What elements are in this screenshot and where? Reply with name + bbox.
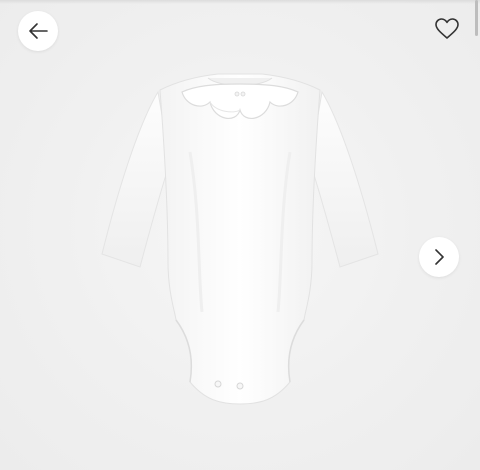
product-image-gallery bbox=[0, 0, 480, 470]
top-divider bbox=[0, 0, 480, 4]
product-photo bbox=[101, 73, 379, 405]
chevron-right-icon bbox=[430, 248, 448, 266]
arrow-left-icon bbox=[27, 20, 49, 42]
wishlist-button[interactable] bbox=[430, 12, 464, 46]
next-image-button[interactable] bbox=[419, 237, 459, 277]
heart-outline-icon bbox=[434, 17, 460, 41]
scrollbar[interactable] bbox=[475, 0, 478, 36]
back-button[interactable] bbox=[18, 11, 58, 51]
